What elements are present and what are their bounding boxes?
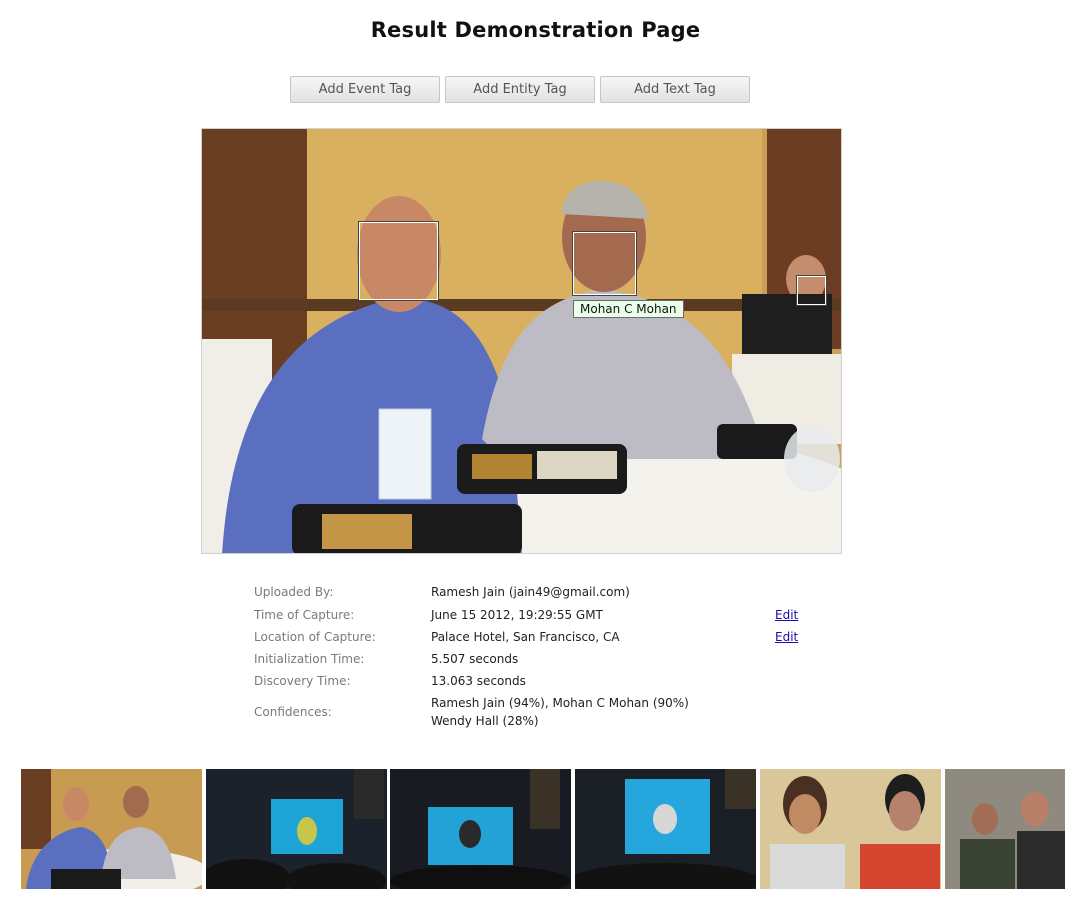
thumbnail-3-image — [390, 769, 571, 889]
location-of-capture-value: Palace Hotel, San Francisco, CA — [431, 630, 620, 644]
confidences-line-2: Wendy Hall (28%) — [431, 714, 539, 728]
thumbnail-2[interactable] — [206, 769, 387, 889]
discovery-time-value: 13.063 seconds — [431, 674, 526, 688]
face-box-2[interactable] — [572, 231, 637, 296]
time-of-capture-label: Time of Capture: — [254, 608, 355, 622]
thumbnail-4-image — [575, 769, 756, 889]
discovery-time-label: Discovery Time: — [254, 674, 351, 688]
confidences-label: Confidences: — [254, 705, 332, 719]
add-text-tag-button[interactable]: Add Text Tag — [600, 76, 750, 103]
initialization-time-label: Initialization Time: — [254, 652, 365, 666]
thumbnail-5-image — [760, 769, 941, 889]
thumbnail-2-image — [206, 769, 387, 889]
thumbnail-6-image — [945, 769, 1065, 889]
thumbnail-3[interactable] — [390, 769, 571, 889]
add-entity-tag-button[interactable]: Add Entity Tag — [445, 76, 595, 103]
thumbnail-5[interactable] — [760, 769, 941, 889]
main-photo-image — [202, 129, 841, 553]
edit-location-link[interactable]: Edit — [775, 630, 798, 644]
face-label: Mohan C Mohan — [573, 300, 684, 318]
uploaded-by-label: Uploaded By: — [254, 585, 334, 599]
uploaded-by-value: Ramesh Jain (jain49@gmail.com) — [431, 585, 630, 599]
thumbnail-4[interactable] — [575, 769, 756, 889]
face-box-1[interactable] — [358, 221, 439, 301]
page-title: Result Demonstration Page — [370, 18, 701, 42]
initialization-time-value: 5.507 seconds — [431, 652, 519, 666]
edit-time-link[interactable]: Edit — [775, 608, 798, 622]
add-event-tag-button[interactable]: Add Event Tag — [290, 76, 440, 103]
location-of-capture-label: Location of Capture: — [254, 630, 376, 644]
confidences-line-1: Ramesh Jain (94%), Mohan C Mohan (90%) — [431, 696, 689, 710]
thumbnail-1[interactable] — [21, 769, 202, 889]
face-box-3[interactable] — [796, 275, 827, 306]
thumbnail-1-image — [21, 769, 202, 889]
time-of-capture-value: June 15 2012, 19:29:55 GMT — [431, 608, 603, 622]
main-photo: Mohan C Mohan — [201, 128, 842, 554]
thumbnail-6[interactable] — [945, 769, 1065, 889]
